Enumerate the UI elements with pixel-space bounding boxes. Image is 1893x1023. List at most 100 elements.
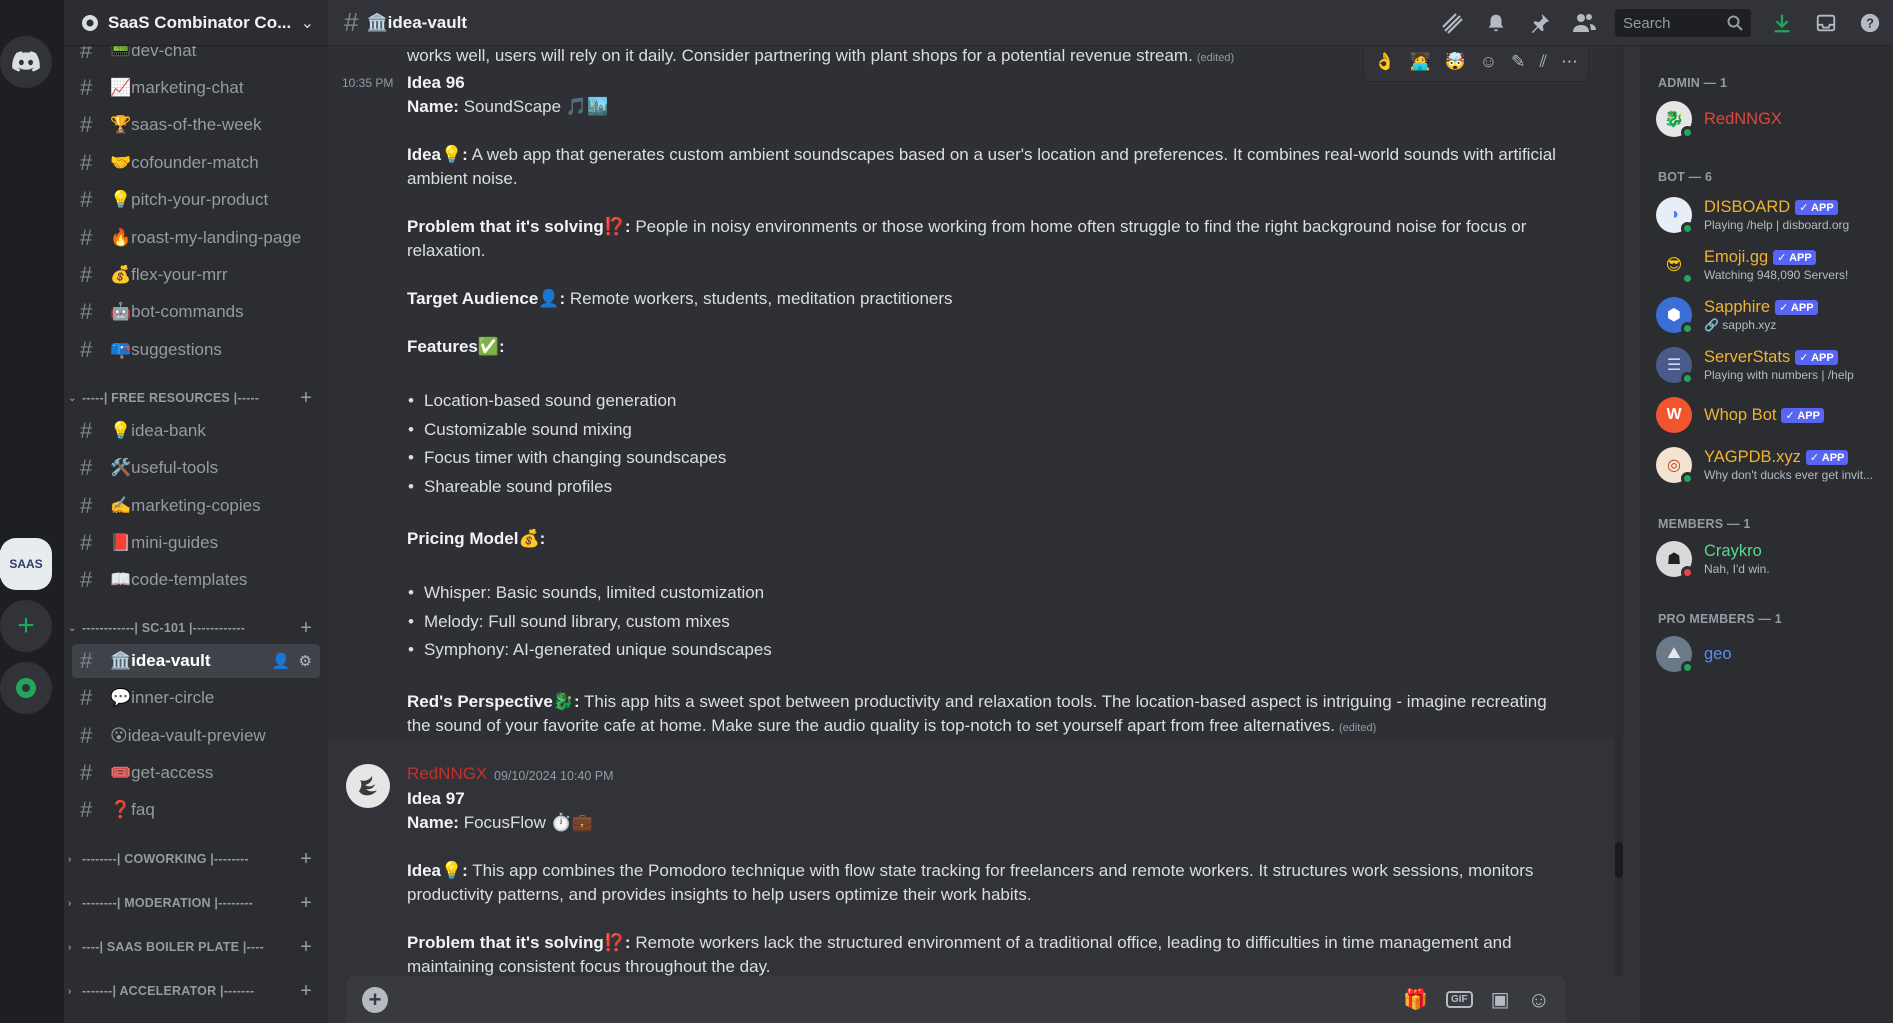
- threads-icon[interactable]: [1439, 10, 1465, 36]
- app-badge: ✓ APP: [1773, 250, 1816, 265]
- channel-item-idea-vault[interactable]: # 🏛️idea-vault 👤 ⚙: [72, 644, 320, 678]
- channel-item[interactable]: # 💬inner-circle: [72, 681, 320, 715]
- idea-name-line: Name: SoundScape 🎵🏙️: [407, 95, 608, 119]
- idea-title-text: Idea 97: [407, 789, 465, 808]
- member-name: Emoji.gg: [1704, 248, 1769, 266]
- channel-label: 🤝cofounder-match: [110, 153, 259, 172]
- add-reaction-icon[interactable]: ☺: [1480, 52, 1497, 72]
- channel-item[interactable]: # ❓faq: [72, 793, 320, 827]
- channel-item[interactable]: # 💡pitch-your-product: [72, 183, 320, 217]
- member-item[interactable]: ⬢ Sapphire ✓ APP 🔗 sapph.xyz: [1656, 292, 1886, 338]
- channel-label: 🎟️get-access: [110, 763, 214, 782]
- channel-item[interactable]: # 💰flex-your-mrr: [72, 258, 320, 292]
- saas-server-icon[interactable]: SAAS: [0, 538, 52, 590]
- label: Name:: [407, 97, 459, 116]
- scrollbar-track[interactable]: [1615, 46, 1623, 976]
- gift-icon[interactable]: 🎁: [1403, 987, 1428, 1012]
- reaction-quick[interactable]: 🧑‍💻: [1409, 52, 1430, 72]
- avatar: ◎: [1656, 447, 1694, 485]
- add-channel-icon[interactable]: +: [300, 848, 312, 871]
- channel-label: 💰flex-your-mrr: [110, 265, 228, 284]
- channel-item[interactable]: # 📈marketing-chat: [72, 71, 320, 105]
- edited-tag: (edited): [1196, 52, 1235, 64]
- hash-icon: #: [80, 150, 93, 175]
- label: Problem that it's solving⁉️:: [407, 933, 631, 952]
- channel-item[interactable]: # 📕mini-guides: [72, 526, 320, 560]
- sticker-icon[interactable]: ▣: [1491, 987, 1510, 1012]
- message-composer[interactable]: + 🎁 GIF ▣ ☺: [346, 976, 1566, 1023]
- channel-header: # 🏛️idea-vault Search ?: [328, 0, 1893, 46]
- member-name: Craykro: [1704, 542, 1762, 560]
- add-server-icon[interactable]: +: [0, 600, 52, 652]
- category-coworking[interactable]: › --------| COWORKING |-------- +: [68, 848, 324, 870]
- channel-item[interactable]: # 📪suggestions: [72, 333, 320, 367]
- category-label: --------| MODERATION |--------: [82, 896, 254, 910]
- channel-item[interactable]: # 📖code-templates: [72, 563, 320, 597]
- feature-item: Shareable sound profiles: [408, 475, 612, 499]
- category-accelerator[interactable]: › -------| ACCELERATOR |------- +: [68, 980, 324, 1002]
- add-channel-icon[interactable]: +: [300, 617, 312, 640]
- channel-item[interactable]: # 🤖bot-commands: [72, 295, 320, 329]
- member-item[interactable]: ☗ Craykro Nah, I'd win.: [1656, 536, 1886, 582]
- channel-item[interactable]: # 🔥roast-my-landing-page: [72, 221, 320, 255]
- server-rail: SAAS +: [0, 0, 64, 1023]
- bell-icon[interactable]: [1483, 10, 1509, 36]
- add-attachment-icon[interactable]: +: [362, 986, 388, 1013]
- category-moderation[interactable]: › --------| MODERATION |-------- +: [68, 892, 324, 914]
- members-icon[interactable]: [1571, 10, 1597, 36]
- add-channel-icon[interactable]: +: [300, 387, 312, 410]
- discord-home-icon[interactable]: [0, 36, 52, 88]
- member-item[interactable]: W Whop Bot ✓ APP: [1656, 392, 1886, 438]
- author-name[interactable]: RedNNGX: [407, 764, 487, 784]
- emoji-icon[interactable]: ☺: [1528, 987, 1550, 1013]
- channel-item[interactable]: # 💡idea-bank: [72, 414, 320, 448]
- channel-item[interactable]: # 😮idea-vault-preview: [72, 719, 320, 753]
- channel-item[interactable]: # 🛠️useful-tools: [72, 451, 320, 485]
- message-timestamp: 10:35 PM: [342, 76, 394, 90]
- edit-icon[interactable]: ✎: [1511, 52, 1525, 72]
- channel-item[interactable]: # 🤝cofounder-match: [72, 146, 320, 180]
- download-icon[interactable]: [1769, 10, 1795, 36]
- channel-label: 📈marketing-chat: [110, 78, 244, 97]
- channel-item[interactable]: # ✍️marketing-copies: [72, 489, 320, 523]
- add-channel-icon[interactable]: +: [300, 980, 312, 1003]
- reaction-quick[interactable]: 👌: [1374, 52, 1395, 72]
- server-header[interactable]: SaaS Combinator Co... ⌄: [64, 0, 328, 46]
- member-group-header: PRO MEMBERS — 1: [1658, 612, 1782, 626]
- avatar: ☰: [1656, 347, 1694, 385]
- category-saas-boiler-plate[interactable]: › ----| SAAS BOILER PLATE |---- +: [68, 936, 324, 958]
- explore-servers-icon[interactable]: [0, 662, 52, 714]
- server-icon-label: SAAS: [9, 557, 43, 571]
- more-icon[interactable]: ⋯: [1561, 52, 1578, 72]
- hash-locked-icon: #: [344, 7, 359, 37]
- category-sc101[interactable]: ⌄ ------------| SC-101 |------------ +: [68, 617, 324, 639]
- inbox-icon[interactable]: [1813, 10, 1839, 36]
- value: the sound of your favorite cafe at home.…: [407, 716, 1335, 735]
- member-item[interactable]: ⛰ geo: [1656, 631, 1886, 677]
- status-online: [1681, 222, 1694, 235]
- add-channel-icon[interactable]: +: [300, 936, 312, 959]
- scrollbar-thumb[interactable]: [1615, 842, 1623, 878]
- gear-icon[interactable]: ⚙: [299, 652, 312, 670]
- channel-item[interactable]: # 🎟️get-access: [72, 756, 320, 790]
- member-item[interactable]: ◑ DISBOARD ✓ APP Playing /help | disboard.…: [1656, 192, 1886, 238]
- search-input[interactable]: Search: [1615, 9, 1751, 37]
- category-free-resources[interactable]: ⌄ -----| FREE RESOURCES |----- +: [68, 387, 324, 409]
- member-item[interactable]: ◎ YAGPDB.xyz ✓ APP Why don't ducks ever ge…: [1656, 442, 1886, 488]
- add-channel-icon[interactable]: +: [300, 892, 312, 915]
- pin-icon[interactable]: [1527, 10, 1553, 36]
- avatar: ◑: [1656, 197, 1694, 235]
- member-item[interactable]: 🐉 RedNNGX: [1656, 96, 1886, 142]
- help-icon[interactable]: ?: [1857, 10, 1883, 36]
- channel-item[interactable]: # 🏆saas-of-the-week: [72, 108, 320, 142]
- chevron-down-icon: ⌄: [68, 392, 77, 404]
- thread-icon[interactable]: ⫽: [1539, 52, 1547, 72]
- member-item[interactable]: 😎 Emoji.gg ✓ APP Watching 948,090 Servers!: [1656, 242, 1886, 288]
- member-group-header: ADMIN — 1: [1658, 76, 1728, 90]
- author-avatar[interactable]: [346, 764, 390, 808]
- reaction-quick[interactable]: 🤯: [1445, 52, 1466, 72]
- invite-icon[interactable]: 👤: [272, 652, 291, 670]
- hash-locked-icon: #: [80, 530, 93, 555]
- gif-button[interactable]: GIF: [1445, 991, 1473, 1008]
- member-item[interactable]: ☰ ServerStats ✓ APP Playing with numbers |…: [1656, 342, 1886, 388]
